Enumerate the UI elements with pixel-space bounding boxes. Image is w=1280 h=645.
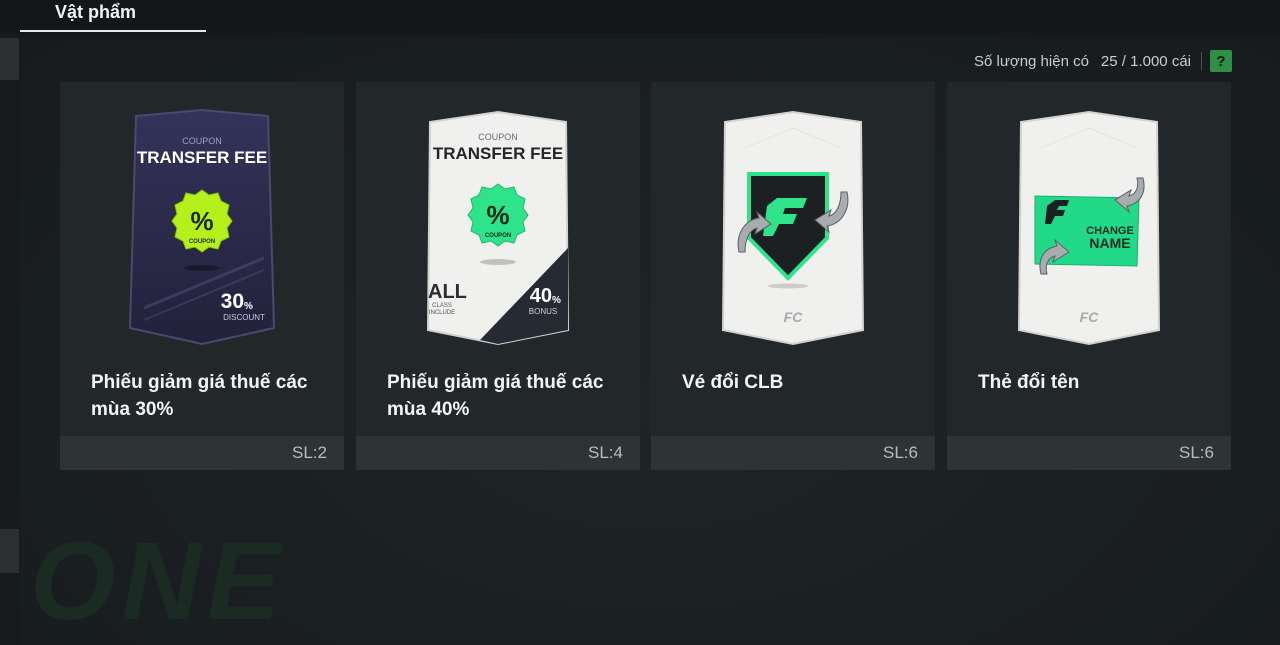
svg-text:%: %	[244, 301, 253, 312]
item-quantity: SL:6	[883, 443, 918, 462]
svg-text:BONUS: BONUS	[529, 307, 557, 316]
svg-text:%: %	[190, 206, 213, 236]
svg-text:TRANSFER FEE: TRANSFER FEE	[433, 144, 563, 163]
item-quantity: SL:4	[588, 443, 623, 462]
svg-text:NAME: NAME	[1089, 235, 1130, 251]
svg-text:%: %	[552, 295, 561, 306]
item-card-rename[interactable]: CHANGE NAME FC Thẻ đổi tên SL:6	[947, 82, 1231, 470]
svg-text:COUPON: COUPON	[485, 233, 511, 239]
svg-text:ALL: ALL	[428, 281, 467, 303]
item-card-club-ticket[interactable]: FC Vé đổi CLB SL:6	[651, 82, 935, 470]
club-ticket-image: FC	[721, 110, 865, 346]
background-decoration: ONE	[30, 520, 287, 643]
svg-text:COUPON: COUPON	[478, 132, 518, 142]
side-tab-upper[interactable]	[0, 38, 19, 80]
svg-text:INCLUDE: INCLUDE	[429, 310, 455, 316]
coupon-30-image: COUPON TRANSFER FEE % COUPON 30 % DISCOU…	[128, 108, 276, 346]
svg-text:30: 30	[221, 290, 244, 313]
item-name: Phiếu giảm giá thuế các mùa 40%	[387, 372, 604, 420]
capacity-value: 25 / 1.000 cái	[1100, 52, 1191, 70]
tab-items[interactable]: Vật phẩm	[20, 0, 206, 32]
svg-text:TRANSFER FEE: TRANSFER FEE	[137, 148, 267, 167]
svg-text:CLASS: CLASS	[432, 303, 452, 309]
svg-text:DISCOUNT: DISCOUNT	[223, 313, 265, 322]
item-quantity: SL:2	[292, 443, 327, 462]
top-tab-bar: Vật phẩm	[0, 0, 1280, 34]
item-footer: SL:4	[356, 436, 640, 470]
item-footer: SL:6	[947, 436, 1231, 470]
item-card-coupon-30[interactable]: COUPON TRANSFER FEE % COUPON 30 % DISCOU…	[60, 82, 344, 470]
divider	[1201, 52, 1202, 70]
svg-text:COUPON: COUPON	[189, 239, 215, 245]
svg-text:FC: FC	[784, 309, 804, 325]
svg-text:FC: FC	[1080, 309, 1100, 325]
svg-text:40: 40	[530, 285, 552, 307]
coupon-40-image: COUPON TRANSFER FEE % COUPON ALL CLASS I…	[426, 110, 570, 346]
tab-items-label: Vật phẩm	[55, 2, 137, 22]
item-name: Phiếu giảm giá thuế các mùa 30%	[91, 372, 308, 420]
rename-card-image: CHANGE NAME FC	[1017, 110, 1161, 346]
item-card-coupon-40[interactable]: COUPON TRANSFER FEE % COUPON ALL CLASS I…	[356, 82, 640, 470]
svg-text:COUPON: COUPON	[182, 136, 222, 146]
capacity-label: Số lượng hiện có	[973, 52, 1089, 70]
item-footer: SL:6	[651, 436, 935, 470]
capacity-bar: Số lượng hiện có 25 / 1.000 cái ?	[974, 48, 1232, 74]
item-name: Thẻ đổi tên	[978, 372, 1080, 393]
item-footer: SL:2	[60, 436, 344, 470]
svg-text:%: %	[486, 200, 509, 230]
item-name: Vé đổi CLB	[682, 372, 784, 393]
help-button[interactable]: ?	[1210, 50, 1232, 72]
side-tab-lower[interactable]	[0, 529, 19, 573]
item-quantity: SL:6	[1179, 443, 1214, 462]
